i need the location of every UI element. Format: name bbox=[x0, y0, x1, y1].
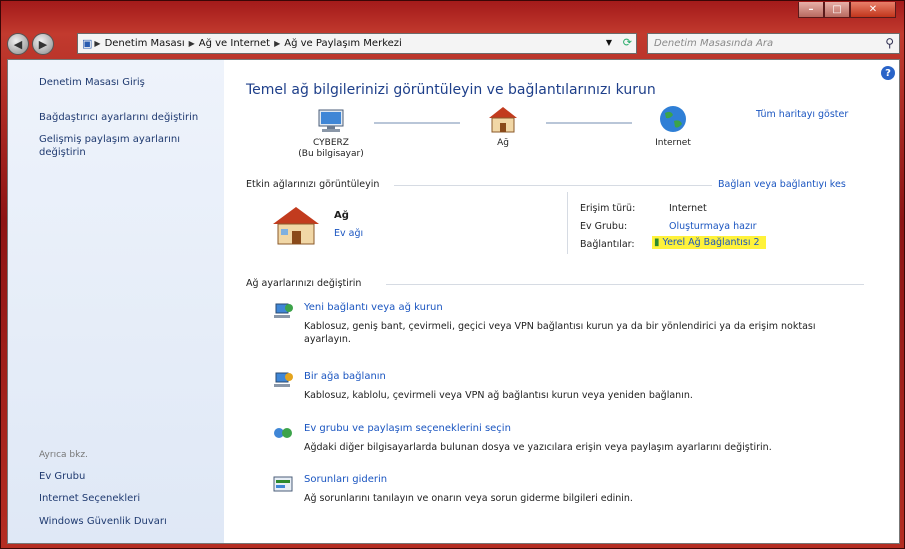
content-area: Denetim Masası Giriş Bağdaştırıcı ayarla… bbox=[7, 59, 900, 544]
navigation-bar: ◀ ▶ ▣ ▶ Denetim Masası ▶ Ağ ve Internet … bbox=[7, 31, 900, 57]
see-also-label: Ayrıca bkz. bbox=[39, 450, 88, 460]
ethernet-icon: ▮ bbox=[654, 237, 660, 248]
close-button[interactable]: ✕ bbox=[850, 2, 896, 18]
window-frame: – □ ✕ ◀ ▶ ▣ ▶ Denetim Masası ▶ Ağ ve Int… bbox=[0, 0, 905, 549]
minimize-button[interactable]: – bbox=[798, 2, 824, 18]
network-node-label: Ağ bbox=[497, 138, 509, 148]
computer-icon bbox=[318, 109, 344, 132]
task-troubleshoot-desc: Ağ sorunlarını tanılayın ve onarın veya … bbox=[304, 493, 633, 504]
sidebar-link-internet-options[interactable]: Internet Seçenekleri bbox=[39, 492, 140, 505]
maximize-button[interactable]: □ bbox=[824, 2, 850, 18]
address-bar[interactable]: ▣ ▶ Denetim Masası ▶ Ağ ve Internet ▶ Ağ… bbox=[77, 33, 637, 54]
task-new-connection[interactable]: Yeni bağlantı veya ağ kurun bbox=[304, 302, 443, 313]
main-panel: ? Temel ağ bilgilerinizi görüntüleyin ve… bbox=[224, 60, 899, 543]
access-type-value: Internet bbox=[669, 203, 707, 214]
network-type-link[interactable]: Ev ağı bbox=[334, 228, 363, 239]
sidebar-link-adapter-settings[interactable]: Bağdaştırıcı ayarlarını değiştirin bbox=[39, 111, 219, 124]
forward-arrow-icon[interactable]: ▶ bbox=[32, 33, 54, 55]
map-connector bbox=[374, 122, 460, 124]
task-new-connection-desc: Kablosuz, geniş bant, çevirmeli, geçici … bbox=[304, 321, 816, 345]
globe-icon bbox=[660, 106, 686, 132]
home-network-icon[interactable] bbox=[270, 204, 322, 246]
computer-subtitle: (Bu bilgisayar) bbox=[298, 149, 364, 159]
chevron-down-icon[interactable]: ▼ bbox=[606, 38, 612, 47]
homegroup-sharing-icon bbox=[274, 428, 292, 438]
divider bbox=[567, 192, 568, 254]
connect-network-icon bbox=[274, 372, 293, 387]
troubleshoot-icon bbox=[273, 476, 293, 492]
connection-name: Yerel Ağ Bağlantısı 2 bbox=[662, 237, 760, 248]
breadcrumb-separator-icon: ▶ bbox=[94, 39, 101, 48]
breadcrumb-separator-icon: ▶ bbox=[188, 39, 195, 48]
new-connection-icon bbox=[274, 303, 293, 318]
divider bbox=[386, 284, 864, 285]
connections-label: Bağlantılar: bbox=[580, 239, 635, 250]
breadcrumb-network-internet[interactable]: Ağ ve Internet bbox=[199, 38, 270, 49]
computer-node: CYBERZ (Bu bilgisayar) bbox=[286, 108, 376, 160]
task-troubleshoot[interactable]: Sorunları giderin bbox=[304, 474, 387, 485]
full-map-link[interactable]: Tüm haritayı göster bbox=[756, 109, 848, 120]
title-bar: – □ ✕ bbox=[1, 1, 905, 31]
divider bbox=[394, 185, 712, 186]
computer-name: CYBERZ bbox=[313, 138, 349, 148]
map-connector bbox=[546, 122, 632, 124]
sidebar-link-windows-firewall[interactable]: Windows Güvenlik Duvarı bbox=[39, 515, 167, 528]
task-connect-network-desc: Kablosuz, kablolu, çevirmeli veya VPN ağ… bbox=[304, 390, 693, 401]
sidebar-link-homegroup[interactable]: Ev Grubu bbox=[39, 470, 85, 483]
search-input[interactable]: Denetim Masasında Ara ⚲ bbox=[647, 33, 900, 54]
breadcrumb-separator-icon: ▶ bbox=[274, 39, 281, 48]
network-name: Ağ bbox=[334, 210, 349, 221]
back-arrow-icon[interactable]: ◀ bbox=[7, 33, 29, 55]
connect-disconnect-link[interactable]: Bağlan veya bağlantıyı kes bbox=[718, 179, 846, 190]
change-settings-label: Ağ ayarlarınızı değiştirin bbox=[246, 278, 362, 289]
internet-node: Internet bbox=[638, 104, 708, 149]
sidebar-link-control-panel-home[interactable]: Denetim Masası Giriş bbox=[39, 76, 145, 89]
task-homegroup-sharing-desc: Ağdaki diğer bilgisayarlarda bulunan dos… bbox=[304, 442, 772, 453]
breadcrumb-network-sharing-center[interactable]: Ağ ve Paylaşım Merkezi bbox=[284, 38, 402, 49]
house-icon bbox=[489, 107, 517, 133]
help-icon[interactable]: ? bbox=[881, 66, 895, 80]
search-placeholder: Denetim Masasında Ara bbox=[654, 38, 774, 49]
network-node: Ağ bbox=[468, 104, 538, 149]
page-title: Temel ağ bilgilerinizi görüntüleyin ve b… bbox=[246, 82, 656, 98]
task-homegroup-sharing[interactable]: Ev grubu ve paylaşım seçeneklerini seçin bbox=[304, 423, 511, 434]
sidebar: Denetim Masası Giriş Bağdaştırıcı ayarla… bbox=[8, 60, 224, 543]
connection-link[interactable]: ▮ Yerel Ağ Bağlantısı 2 bbox=[652, 236, 766, 249]
homegroup-label: Ev Grubu: bbox=[580, 221, 628, 232]
internet-node-label: Internet bbox=[655, 138, 691, 148]
task-connect-network[interactable]: Bir ağa bağlanın bbox=[304, 371, 386, 382]
active-networks-label: Etkin ağlarınızı görüntüleyin bbox=[246, 179, 380, 190]
sidebar-link-advanced-sharing[interactable]: Gelişmiş paylaşım ayarlarını değiştirin bbox=[39, 133, 199, 159]
refresh-icon[interactable]: ⟳ bbox=[623, 36, 632, 49]
breadcrumb-control-panel[interactable]: Denetim Masası bbox=[105, 38, 185, 49]
homegroup-link[interactable]: Oluşturmaya hazır bbox=[669, 221, 757, 232]
search-icon[interactable]: ⚲ bbox=[885, 36, 894, 50]
window-controls: – □ ✕ bbox=[798, 2, 896, 18]
access-type-label: Erişim türü: bbox=[580, 203, 636, 214]
control-panel-icon: ▣ bbox=[82, 37, 93, 50]
